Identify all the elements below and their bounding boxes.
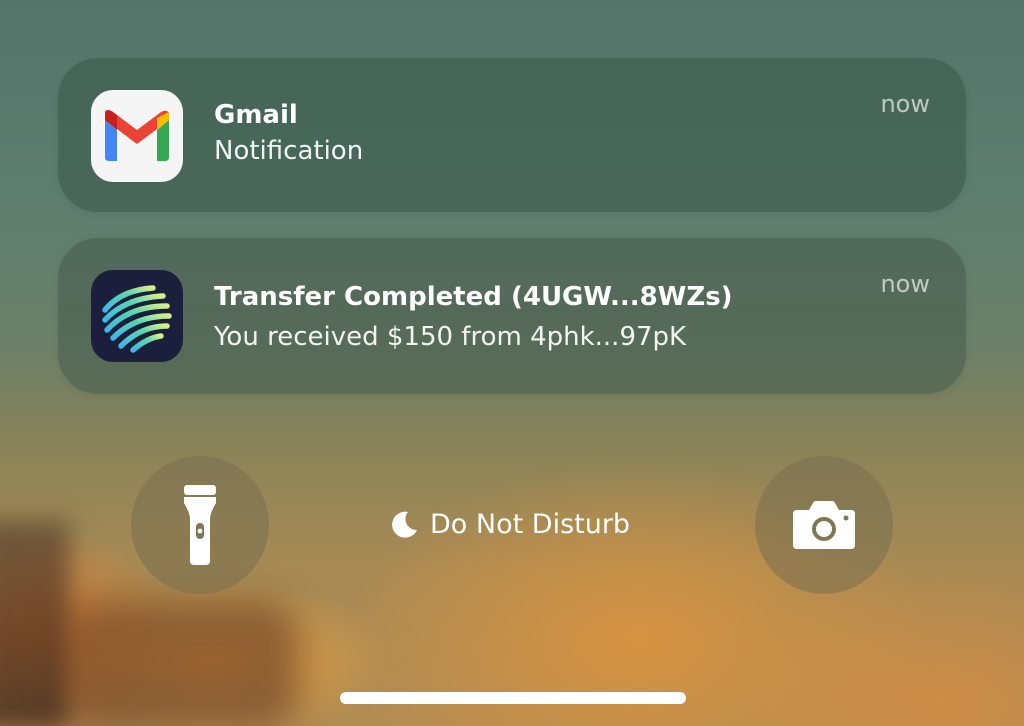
focus-status[interactable]: Do Not Disturb xyxy=(388,508,630,540)
wallet-app-icon xyxy=(91,270,183,362)
flashlight-icon xyxy=(184,485,216,565)
notification-body: Notification xyxy=(214,136,364,166)
home-indicator[interactable] xyxy=(340,692,686,704)
camera-icon xyxy=(793,501,855,549)
notification-transfer[interactable]: Transfer Completed (4UGW...8WZs) You rec… xyxy=(58,238,966,394)
moon-icon xyxy=(392,511,417,538)
notification-body: You received $150 from 4phk...97pK xyxy=(214,322,687,352)
notification-time: now xyxy=(880,90,930,118)
focus-label: Do Not Disturb xyxy=(430,508,631,540)
camera-button[interactable] xyxy=(755,456,893,594)
notification-gmail[interactable]: Gmail Notification now xyxy=(58,58,966,212)
notification-time: now xyxy=(880,270,930,298)
background-blur-shape xyxy=(60,600,300,726)
flashlight-button[interactable] xyxy=(131,456,269,594)
notification-title: Transfer Completed (4UGW...8WZs) xyxy=(214,282,733,312)
notification-title: Gmail xyxy=(214,100,298,130)
gmail-icon xyxy=(91,90,183,182)
